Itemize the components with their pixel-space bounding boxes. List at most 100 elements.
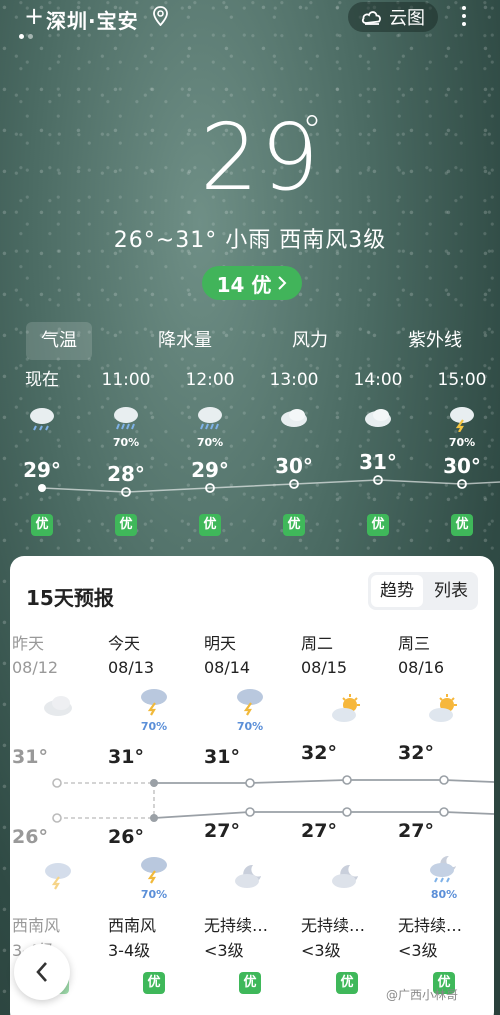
cloudy-icon <box>44 696 72 716</box>
cloud-map-label: 云图 <box>389 8 425 29</box>
thunderstorm-icon <box>450 407 474 432</box>
low-point <box>52 813 62 823</box>
day-name: 周二 <box>301 634 334 653</box>
high-point <box>52 778 62 788</box>
precip-chance <box>336 436 420 450</box>
tab-wind[interactable]: 风力 <box>282 322 338 360</box>
hour-time: 11:00 <box>101 370 151 390</box>
hour-temp: 28° <box>107 462 145 486</box>
tab-uv[interactable]: 紫外线 <box>398 322 472 360</box>
top-bar: + 深圳·宝安 云图 <box>0 0 500 39</box>
day-low: 27° <box>204 820 240 842</box>
day-high: 32° <box>301 742 337 764</box>
precip-chance: 70% <box>236 720 264 733</box>
watermark: @广西小林哥 <box>386 988 459 1002</box>
day-name: 明天 <box>204 634 237 653</box>
wind-direction: 无持续… <box>204 916 269 935</box>
night-icon-wrap <box>301 862 393 894</box>
wind-level: 3-4级 <box>108 941 151 960</box>
add-city-icon[interactable]: + <box>24 4 44 28</box>
hour-temp: 31° <box>359 450 397 474</box>
night-icon-wrap: 70% <box>108 854 200 901</box>
aqi-badge: 优 <box>31 514 53 536</box>
precip-chance: 80% <box>430 888 458 901</box>
night-icon-wrap <box>204 862 296 894</box>
wind-level: <3级 <box>204 941 244 960</box>
hour-time: 12:00 <box>185 370 235 390</box>
aqi-badge: 优 <box>239 972 261 994</box>
city-name[interactable]: 深圳·宝安 <box>46 5 139 34</box>
day-icon-wrap <box>398 694 490 728</box>
hour-column: 现在 <box>0 366 84 450</box>
precip-chance: 70% <box>448 436 476 449</box>
day-name: 周三 <box>398 634 431 653</box>
heavy-rain-icon <box>114 407 138 430</box>
cloudy-icon <box>281 409 307 427</box>
hour-time: 14:00 <box>353 370 403 390</box>
night-icon-wrap: 80% <box>398 854 490 901</box>
precip-chance: 70% <box>140 720 168 733</box>
night-rain-icon <box>430 855 456 883</box>
day-date: 08/14 <box>204 658 251 677</box>
thunderstorm-icon <box>45 863 71 890</box>
hourly-forecast: 现在 11:00 70% 12:00 70% 13:00 14:00 15:00… <box>0 366 500 546</box>
day-icon-wrap <box>12 692 104 724</box>
precip-chance <box>252 436 336 450</box>
sun-cloud-icon <box>332 694 360 722</box>
hour-time: 现在 <box>25 370 59 390</box>
high-point <box>342 775 352 785</box>
day-date: 08/13 <box>108 658 155 677</box>
high-point <box>150 779 158 787</box>
location-pin-icon <box>153 6 168 26</box>
day-high: 31° <box>12 746 48 768</box>
day-high: 31° <box>108 746 144 768</box>
hour-column: 12:00 70% <box>168 366 252 450</box>
cloud-map-icon <box>361 11 381 25</box>
high-point <box>439 775 449 785</box>
aqi-badge: 优 <box>336 972 358 994</box>
hour-temp: 29° <box>23 458 61 482</box>
hour-column: 15:00 70% <box>420 366 500 450</box>
low-point <box>150 814 158 822</box>
day-date: 08/15 <box>301 658 348 677</box>
aqi-value: 14 优 <box>216 272 272 297</box>
degree-symbol: ° <box>302 108 322 154</box>
temp-point <box>38 484 46 492</box>
hour-time: 15:00 <box>437 370 487 390</box>
moon-cloud-icon <box>332 864 358 888</box>
heavy-rain-icon <box>198 407 222 430</box>
thunderstorm-icon <box>141 689 167 716</box>
more-menu-icon[interactable] <box>456 4 472 28</box>
cloudy-icon <box>365 409 391 427</box>
precip-chance: 70% <box>196 436 224 449</box>
day-high: 32° <box>398 742 434 764</box>
cloud-map-button[interactable]: 云图 <box>348 2 438 32</box>
page-indicator <box>19 34 33 39</box>
sun-cloud-icon <box>429 694 457 722</box>
wind-direction: 西南风 <box>12 916 61 935</box>
back-button[interactable] <box>14 944 70 1000</box>
chevron-right-icon <box>278 276 287 290</box>
night-icon-wrap <box>12 860 104 894</box>
aqi-badge: 优 <box>451 514 473 536</box>
tab-precipitation[interactable]: 降水量 <box>146 322 224 360</box>
day-name: 今天 <box>108 634 141 653</box>
day-date: 08/12 <box>12 658 59 677</box>
hour-time: 13:00 <box>269 370 319 390</box>
aqi-badge: 优 <box>283 514 305 536</box>
day-low: 26° <box>108 826 144 848</box>
aqi-pill[interactable]: 14 优 <box>202 266 302 300</box>
precip-chance <box>0 436 84 450</box>
low-point <box>342 807 352 817</box>
hourly-tabs: 气温 降水量 风力 紫外线 <box>26 322 500 360</box>
day-icon-wrap: 70% <box>204 686 296 733</box>
low-point <box>439 807 449 817</box>
chevron-left-icon <box>36 962 47 982</box>
day-icon-wrap: 70% <box>108 686 200 733</box>
aqi-badge: 优 <box>199 514 221 536</box>
tab-temperature[interactable]: 气温 <box>26 322 92 360</box>
aqi-badge: 优 <box>143 972 165 994</box>
rain-cloud-icon <box>30 408 54 431</box>
wind-direction: 无持续… <box>398 916 463 935</box>
day-icon-wrap <box>301 694 393 728</box>
